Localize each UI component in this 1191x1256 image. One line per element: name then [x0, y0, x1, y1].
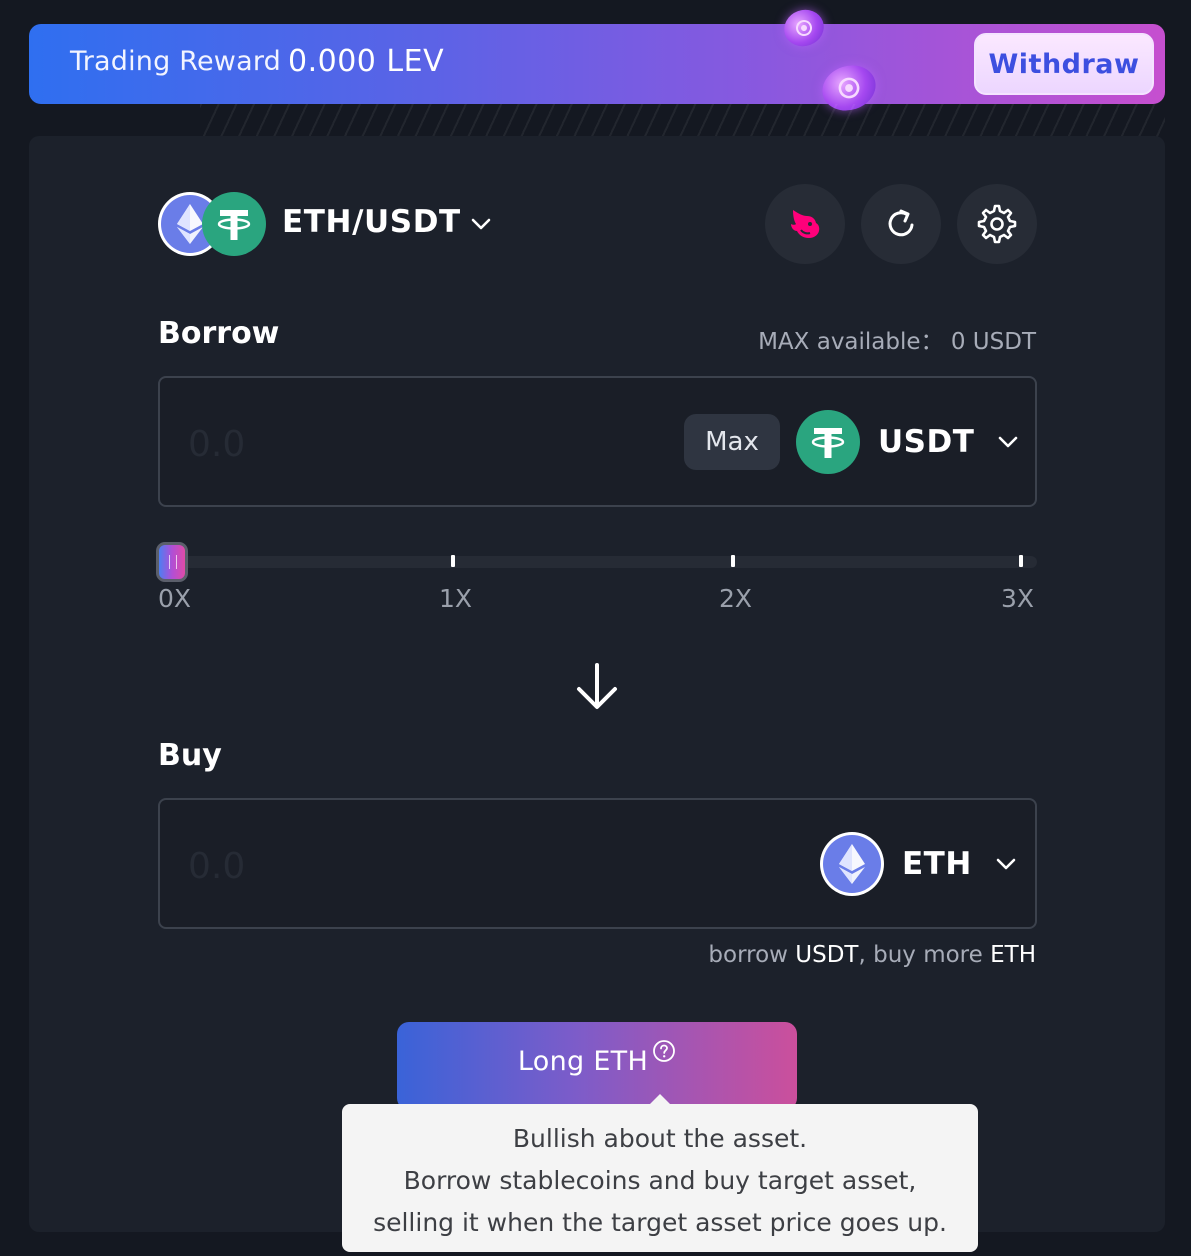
leverage-slider-track[interactable]: [158, 556, 1037, 568]
borrow-token-name: USDT: [878, 424, 975, 460]
long-eth-tooltip: Bullish about the asset. Borrow stableco…: [342, 1094, 978, 1252]
arrow-down-icon: [577, 663, 617, 709]
settings-button[interactable]: [957, 184, 1037, 264]
leverage-tick-label: 3X: [1001, 584, 1035, 613]
decorative-stripes: [200, 104, 1165, 138]
usdt-icon: [202, 192, 266, 256]
usdt-icon: [796, 410, 860, 474]
leverage-tick-label: 2X: [719, 584, 753, 613]
trade-card: ETH/USDT Borrow MAX available： 0 USDT Ma…: [29, 136, 1165, 1232]
borrow-input-box: Max USDT: [158, 376, 1037, 507]
buy-amount-input[interactable]: [188, 844, 568, 888]
uniswap-button[interactable]: [765, 184, 845, 264]
hint-text: borrow: [708, 942, 796, 968]
max-available-label: MAX available：: [758, 329, 944, 355]
max-button[interactable]: Max: [684, 414, 780, 470]
tooltip-line: Borrow stablecoins and buy target asset,: [403, 1166, 917, 1195]
leverage-tick-label: 1X: [439, 584, 473, 613]
leverage-tick: [731, 555, 735, 567]
max-available: MAX available： 0 USDT: [758, 322, 1036, 356]
leverage-tick-label: 0X: [158, 584, 192, 613]
hint-token: USDT: [795, 942, 859, 968]
borrow-title: Borrow: [158, 316, 280, 351]
trade-hint: borrow USDT, buy more ETH: [708, 942, 1036, 968]
leverage-tick: [451, 555, 455, 567]
pair-selector-label[interactable]: ETH/USDT: [282, 204, 461, 240]
refresh-button[interactable]: [861, 184, 941, 264]
chevron-down-icon: [999, 436, 1018, 448]
leverage-tick: [1019, 555, 1023, 567]
uniswap-icon: [791, 210, 820, 238]
buy-input-box: ETH: [158, 798, 1037, 929]
trading-reward-value: 0.000 LEV: [288, 44, 445, 79]
eth-icon: [820, 832, 884, 896]
buy-token-select[interactable]: ETH: [820, 832, 1018, 896]
buy-token-name: ETH: [902, 846, 972, 882]
withdraw-button[interactable]: Withdraw: [974, 33, 1154, 95]
borrow-amount-input[interactable]: [188, 422, 568, 466]
help-icon[interactable]: [652, 1039, 676, 1063]
long-eth-button[interactable]: Long ETH: [397, 1022, 797, 1110]
long-eth-label: Long ETH: [517, 1045, 649, 1077]
tooltip-line: Bullish about the asset.: [512, 1124, 808, 1153]
refresh-icon: [888, 209, 914, 237]
hint-token: ETH: [990, 942, 1036, 968]
buy-title: Buy: [158, 738, 222, 773]
trading-reward-banner: Trading Reward 0.000 LEV Withdraw: [29, 24, 1165, 104]
chevron-down-icon[interactable]: [469, 212, 493, 236]
leverage-slider-handle[interactable]: [156, 542, 188, 582]
tooltip-line: selling it when the target asset price g…: [373, 1208, 947, 1237]
borrow-token-select[interactable]: USDT: [796, 410, 1020, 474]
trading-reward-label: Trading Reward: [70, 46, 281, 77]
hint-text: , buy more: [858, 942, 991, 968]
max-available-value: 0 USDT: [950, 329, 1036, 355]
settings-icon: [977, 204, 1017, 244]
chevron-down-icon: [996, 858, 1016, 870]
pair-icons: [158, 192, 268, 256]
